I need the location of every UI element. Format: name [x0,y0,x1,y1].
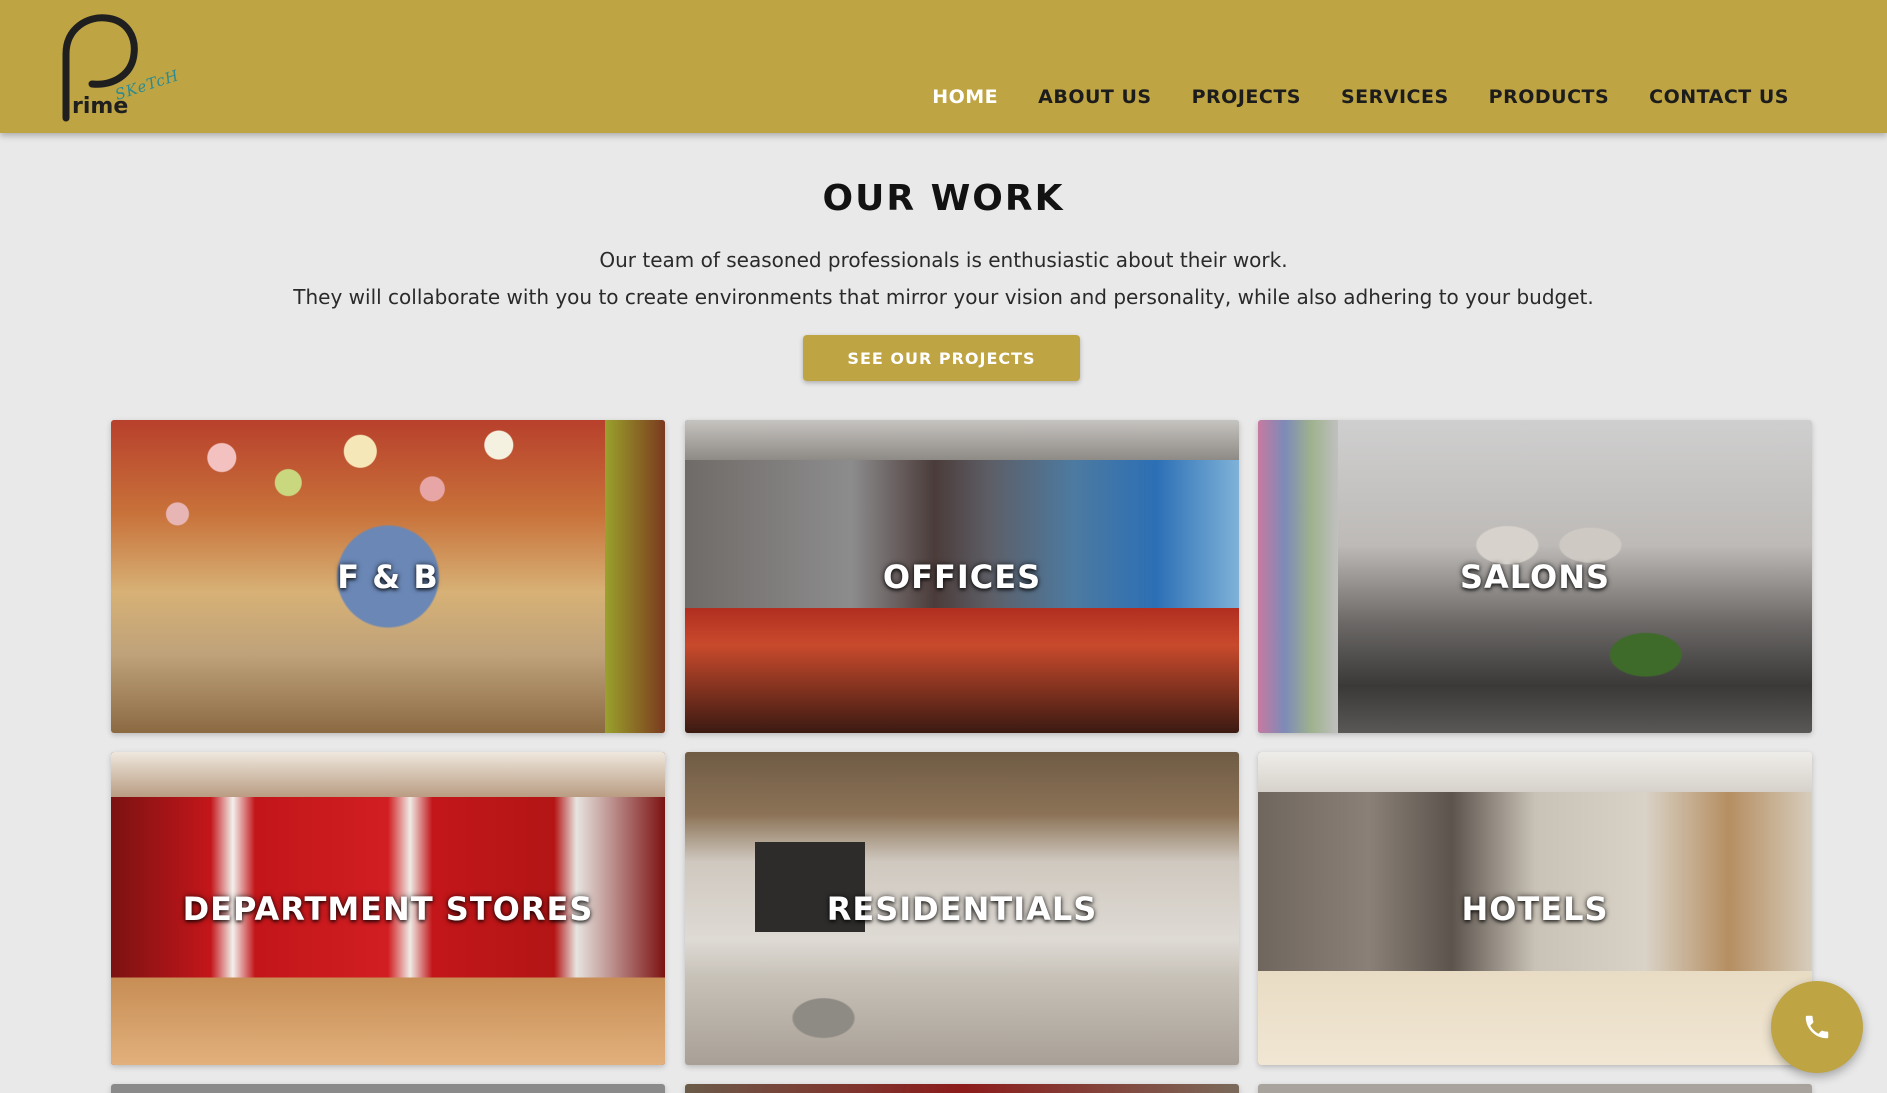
card-image [685,1084,1239,1093]
category-card-residentials[interactable]: RESIDENTIALS [685,752,1239,1065]
main-nav: HOME ABOUT US PROJECTS SERVICES PRODUCTS… [932,86,1789,108]
nav-home[interactable]: HOME [932,86,998,108]
category-label: HOTELS [1461,889,1609,928]
prime-sketch-logo[interactable]: rime SKeTcH [58,14,181,122]
section-title: OUR WORK [822,178,1065,219]
category-card-fb[interactable]: F & B [111,420,665,733]
card-image [1258,1084,1812,1093]
category-card-partial[interactable] [685,1084,1239,1093]
category-card-department-stores[interactable]: DEPARTMENT STORES [111,752,665,1065]
category-label: F & B [337,557,439,596]
category-card-partial[interactable] [1258,1084,1812,1093]
phone-icon [1805,1015,1829,1039]
category-label: RESIDENTIALS [826,889,1098,928]
category-card-offices[interactable]: OFFICES [685,420,1239,733]
card-image [111,1084,665,1093]
category-card-hotels[interactable]: HOTELS [1258,752,1812,1065]
nav-contact-us[interactable]: CONTACT US [1649,86,1789,108]
category-label: OFFICES [882,557,1042,596]
see-our-projects-button[interactable]: SEE OUR PROJECTS [803,335,1080,381]
nav-about-us[interactable]: ABOUT US [1038,86,1151,108]
nav-projects[interactable]: PROJECTS [1192,86,1301,108]
category-card-salons[interactable]: SALONS [1258,420,1812,733]
call-button[interactable] [1771,981,1863,1073]
intro-line-2: They will collaborate with you to create… [293,285,1594,309]
nav-products[interactable]: PRODUCTS [1489,86,1610,108]
category-label: DEPARTMENT STORES [182,889,594,928]
category-card-partial[interactable] [111,1084,665,1093]
intro-line-1: Our team of seasoned professionals is en… [599,248,1288,272]
nav-services[interactable]: SERVICES [1341,86,1449,108]
category-label: SALONS [1459,557,1611,596]
site-header: rime SKeTcH HOME ABOUT US PROJECTS SERVI… [0,0,1887,133]
